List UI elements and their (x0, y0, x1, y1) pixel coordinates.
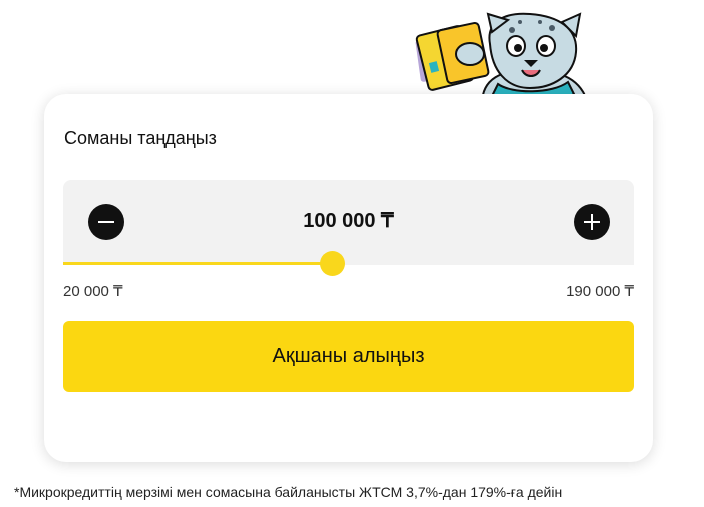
get-money-button[interactable]: Ақшаны алыңыз (63, 321, 634, 392)
range-min-label: 20 000 ₸ (63, 283, 123, 300)
page: Соманы таңдаңыз 100 000 ₸ 20 000 ₸ 190 0… (0, 0, 704, 507)
amount-value: 100 000 ₸ (303, 210, 394, 232)
mascot-illustration (415, 12, 590, 104)
loan-calculator-card: Соманы таңдаңыз 100 000 ₸ 20 000 ₸ 190 0… (44, 94, 653, 462)
footnote: *Микрокредиттің мерзімі мен сомасына бай… (14, 484, 563, 500)
slider-fill (63, 262, 332, 265)
amount-slider[interactable] (63, 250, 634, 276)
card-title: Соманы таңдаңыз (64, 128, 217, 148)
increase-button[interactable] (574, 204, 610, 240)
slider-thumb[interactable] (319, 251, 345, 276)
range-max-label: 190 000 ₸ (566, 283, 634, 300)
